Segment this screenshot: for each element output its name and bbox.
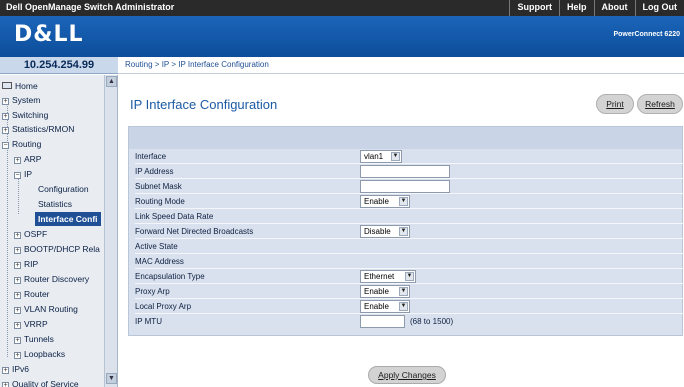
expand-icon[interactable]: +	[14, 232, 21, 239]
nav-router[interactable]: + Router	[14, 287, 50, 301]
local-proxy-arp-select[interactable]: Enable ▼	[360, 300, 410, 313]
page-title: IP Interface Configuration	[130, 97, 278, 112]
nav-interface-configuration[interactable]: Interface Confi	[35, 212, 101, 226]
nav-ip-statistics[interactable]: Statistics	[38, 197, 72, 211]
row-interface: Interface vlan1 ▼	[135, 149, 683, 164]
nav-scrollbar[interactable]: ▲ ▼	[104, 75, 117, 387]
collapse-icon[interactable]: −	[2, 142, 9, 149]
encapsulation-select[interactable]: Ethernet ▼	[360, 270, 416, 283]
row-forward-broadcasts: Forward Net Directed Broadcasts Disable ▼	[135, 224, 683, 239]
refresh-button[interactable]: Refresh	[637, 94, 683, 114]
breadcrumb: Routing > IP > IP Interface Configuratio…	[118, 57, 684, 74]
row-proxy-arp: Proxy Arp Enable ▼	[135, 284, 683, 299]
expand-icon[interactable]: +	[14, 292, 21, 299]
ip-mtu-range-hint: (68 to 1500)	[410, 317, 454, 326]
nav-statistics-rmon[interactable]: + Statistics/RMON	[2, 122, 74, 136]
expand-icon[interactable]: +	[14, 352, 21, 359]
apply-changes-button[interactable]: Apply Changes	[368, 366, 446, 384]
expand-icon[interactable]: +	[2, 113, 9, 120]
nav-bootp-dhcp-relay[interactable]: + BOOTP/DHCP Rela	[14, 242, 100, 256]
nav-system[interactable]: + System	[2, 93, 40, 107]
nav-ip[interactable]: − IP	[14, 167, 32, 181]
nav-vlan-routing[interactable]: + VLAN Routing	[14, 302, 78, 316]
chevron-down-icon[interactable]: ▼	[399, 287, 408, 296]
proxy-arp-select[interactable]: Enable ▼	[360, 285, 410, 298]
nav-arp[interactable]: + ARP	[14, 152, 41, 166]
row-routing-mode: Routing Mode Enable ▼	[135, 194, 683, 209]
nav-switching[interactable]: + Switching	[2, 108, 48, 122]
top-links: Support Help About Log Out	[509, 0, 684, 16]
interface-select[interactable]: vlan1 ▼	[360, 150, 402, 163]
expand-icon[interactable]: +	[14, 322, 21, 329]
expand-icon[interactable]: +	[2, 98, 9, 105]
nav-ip-configuration[interactable]: Configuration	[38, 182, 89, 196]
row-ip-address: IP Address	[135, 164, 683, 179]
nav-loopbacks[interactable]: + Loopbacks	[14, 347, 65, 361]
support-link[interactable]: Support	[509, 0, 559, 16]
chevron-down-icon[interactable]: ▼	[399, 197, 408, 206]
collapse-icon[interactable]: −	[14, 172, 21, 179]
row-subnet-mask: Subnet Mask	[135, 179, 683, 194]
nav-quality-of-service[interactable]: + Quality of Service	[2, 377, 79, 387]
expand-icon[interactable]: +	[14, 307, 21, 314]
nav-ospf[interactable]: + OSPF	[14, 227, 47, 241]
row-encapsulation: Encapsulation Type Ethernet ▼	[135, 269, 683, 284]
ip-address-input[interactable]	[360, 165, 450, 178]
forward-broadcasts-select[interactable]: Disable ▼	[360, 225, 410, 238]
panel-header	[129, 127, 682, 149]
subnet-mask-input[interactable]	[360, 180, 450, 193]
form-panel: Interface vlan1 ▼ IP Address Subnet Mask …	[128, 126, 683, 336]
breadcrumb-text[interactable]: Routing > IP > IP Interface Configuratio…	[125, 60, 269, 69]
nav-home[interactable]: Home	[2, 79, 38, 93]
row-active-state: Active State	[135, 239, 683, 254]
expand-icon[interactable]: +	[2, 127, 9, 134]
scroll-down-icon[interactable]: ▼	[106, 373, 117, 384]
nav-router-discovery[interactable]: + Router Discovery	[14, 272, 89, 286]
expand-icon[interactable]: +	[14, 247, 21, 254]
brand-bar: D&LL PowerConnect 6220	[0, 16, 684, 57]
dell-logo: D&LL	[14, 22, 84, 47]
expand-icon[interactable]: +	[2, 367, 9, 374]
ip-mtu-input[interactable]	[360, 315, 405, 328]
chevron-down-icon[interactable]: ▼	[399, 227, 408, 236]
row-ip-mtu: IP MTU (68 to 1500)	[135, 315, 454, 328]
expand-icon[interactable]: +	[14, 337, 21, 344]
scroll-up-icon[interactable]: ▲	[106, 76, 117, 87]
about-link[interactable]: About	[593, 0, 635, 16]
chevron-down-icon[interactable]: ▼	[405, 272, 414, 281]
product-name: PowerConnect 6220	[613, 31, 680, 38]
nav-ipv6[interactable]: + IPv6	[2, 362, 29, 376]
device-ip: 10.254.254.99	[0, 57, 118, 74]
row-local-proxy-arp: Local Proxy Arp Enable ▼	[135, 299, 683, 314]
logout-link[interactable]: Log Out	[634, 0, 684, 16]
sidebar-nav: Home + System + Switching + Statistics/RMON…	[0, 75, 118, 387]
expand-icon[interactable]: +	[2, 382, 9, 387]
nav-vrrp[interactable]: + VRRP	[14, 317, 48, 331]
expand-icon[interactable]: +	[14, 277, 21, 284]
nav-tunnels[interactable]: + Tunnels	[14, 332, 54, 346]
routing-mode-select[interactable]: Enable ▼	[360, 195, 410, 208]
nav-rip[interactable]: + RIP	[14, 257, 38, 271]
top-bar: Dell OpenManage Switch Administrator Sup…	[0, 0, 684, 16]
chevron-down-icon[interactable]: ▼	[391, 152, 400, 161]
home-icon	[2, 82, 12, 89]
row-mac-address: MAC Address	[135, 254, 683, 269]
nav-routing[interactable]: − Routing	[2, 137, 41, 151]
print-button[interactable]: Print	[596, 94, 634, 114]
row-link-speed: Link Speed Data Rate	[135, 209, 683, 224]
expand-icon[interactable]: +	[14, 157, 21, 164]
expand-icon[interactable]: +	[14, 262, 21, 269]
chevron-down-icon[interactable]: ▼	[399, 302, 408, 311]
app-title: Dell OpenManage Switch Administrator	[6, 2, 175, 12]
help-link[interactable]: Help	[558, 0, 594, 16]
